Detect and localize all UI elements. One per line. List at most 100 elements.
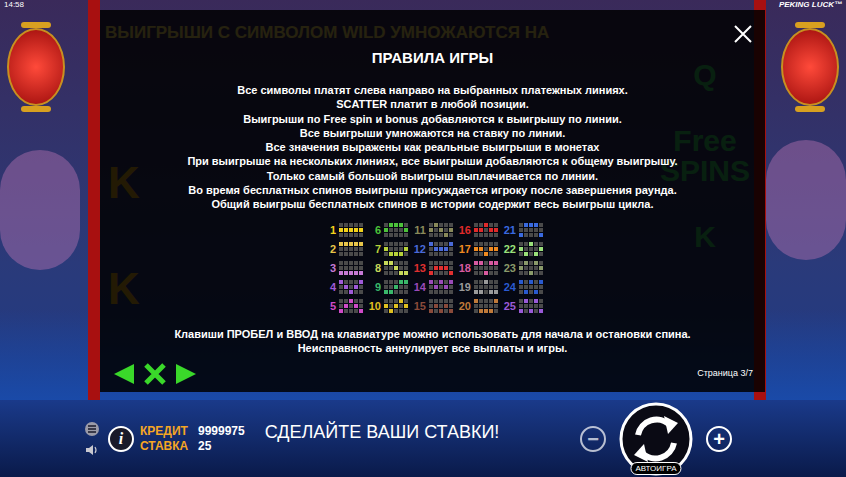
left-pillar	[88, 0, 100, 400]
bet-label: СТАВКА	[140, 439, 198, 454]
page-nav	[112, 362, 198, 386]
close-icon[interactable]	[733, 24, 753, 44]
payline-number: 17	[455, 241, 471, 257]
payline-pattern-icon	[339, 261, 363, 275]
payline-pattern-icon	[519, 242, 543, 256]
payline-pattern-icon	[339, 280, 363, 294]
rule-line: При выигрыше на нескольких линиях, все в…	[187, 154, 677, 168]
payline-pattern-icon	[384, 242, 408, 256]
payline: 23	[500, 260, 545, 276]
autoplay-button[interactable]: АВТОИГРА	[630, 462, 681, 475]
payline-number: 11	[410, 222, 426, 238]
rule-line: Выигрыши по Free spin и bonus добавляютс…	[243, 112, 622, 126]
bottom-bar: iКРЕДИТ9999975СТАВКА25 СДЕЛАЙТЕ ВАШИ СТАВ…	[0, 400, 846, 477]
credit-value: 9999975	[198, 424, 245, 439]
speaker-icon[interactable]	[85, 443, 99, 457]
payline-number: 19	[455, 279, 471, 295]
payline: 22	[500, 241, 545, 257]
payline: 11	[410, 222, 455, 238]
payline: 6	[365, 222, 410, 238]
payline-pattern-icon	[339, 223, 363, 237]
payline: 10	[365, 298, 410, 314]
game-title: PEKING LUCK™	[779, 0, 842, 10]
payline: 17	[455, 241, 500, 257]
payline-number: 5	[320, 298, 336, 314]
page-indicator: Страница 3/7	[697, 367, 753, 381]
payline-pattern-icon	[474, 223, 498, 237]
payline: 3	[320, 260, 365, 276]
payline-pattern-icon	[474, 299, 498, 313]
prev-arrow-icon[interactable]	[112, 362, 136, 386]
payline-pattern-icon	[519, 223, 543, 237]
notes: Клавиши ПРОБЕЛ и ВВОД на клавиатуре можн…	[174, 327, 690, 355]
balance: КРЕДИТ9999975СТАВКА25	[140, 424, 245, 454]
payline: 21	[500, 222, 545, 238]
rules-dialog: ПРАВИЛА ИГРЫВсе символы платят слева нап…	[100, 10, 765, 392]
next-arrow-icon[interactable]	[174, 362, 198, 386]
payline: 25	[500, 298, 545, 314]
rule-line: Во время бесплатных спинов выигрыш прису…	[188, 183, 676, 197]
payline-number: 25	[500, 298, 516, 314]
payline-number: 2	[320, 241, 336, 257]
game-screen: 14:58PEKING LUCK™ВЫИГРЫШИ С СИМВОЛОМ WIL…	[0, 0, 846, 477]
close-x-icon[interactable]	[142, 362, 168, 386]
bet-value: 25	[198, 439, 211, 454]
payline: 19	[455, 279, 500, 295]
rule-line: Общий выигрыш бесплатных спинов в истори…	[211, 197, 653, 211]
payline-pattern-icon	[384, 299, 408, 313]
lantern-icon	[780, 22, 840, 117]
payline: 24	[500, 279, 545, 295]
payline-pattern-icon	[519, 280, 543, 294]
payline: 16	[455, 222, 500, 238]
rule-line: Только самый большой выигрыш выплачивает…	[267, 169, 598, 183]
blossom-left	[0, 150, 80, 270]
menu-icon[interactable]	[84, 421, 100, 437]
payline-number: 15	[410, 298, 426, 314]
payline-number: 9	[365, 279, 381, 295]
payline-pattern-icon	[429, 242, 453, 256]
payline-pattern-icon	[474, 242, 498, 256]
payline-number: 13	[410, 260, 426, 276]
rules-text: Все символы платят слева направо на выбр…	[187, 83, 677, 212]
payline-number: 12	[410, 241, 426, 257]
payline-pattern-icon	[519, 261, 543, 275]
payline-number: 3	[320, 260, 336, 276]
payline-number: 7	[365, 241, 381, 257]
payline-number: 23	[500, 260, 516, 276]
payline-number: 20	[455, 298, 471, 314]
paylines-grid: 1234567891011121314151617181920212223242…	[320, 222, 545, 314]
payline: 5	[320, 298, 365, 314]
payline-number: 6	[365, 222, 381, 238]
payline-number: 8	[365, 260, 381, 276]
payline-pattern-icon	[384, 280, 408, 294]
payline-number: 10	[365, 298, 381, 314]
rule-line: SCATTER платит в любой позиции.	[336, 97, 529, 111]
blossom-right	[766, 140, 846, 260]
spin-button[interactable]: АВТОИГРА	[618, 401, 694, 477]
payline: 15	[410, 298, 455, 314]
plus-button[interactable]: +	[706, 426, 732, 452]
payline-pattern-icon	[429, 223, 453, 237]
status-message: СДЕЛАЙТЕ ВАШИ СТАВКИ!	[265, 419, 500, 446]
info-button[interactable]: i	[108, 426, 134, 452]
payline-pattern-icon	[474, 261, 498, 275]
payline-pattern-icon	[384, 223, 408, 237]
minus-button[interactable]: −	[580, 426, 606, 452]
payline-pattern-icon	[519, 299, 543, 313]
payline: 20	[455, 298, 500, 314]
payline-number: 14	[410, 279, 426, 295]
payline-pattern-icon	[339, 299, 363, 313]
payline: 13	[410, 260, 455, 276]
note-line: Неисправность аннулирует все выплаты и и…	[298, 341, 568, 355]
payline: 9	[365, 279, 410, 295]
payline: 7	[365, 241, 410, 257]
payline: 4	[320, 279, 365, 295]
lantern-icon	[6, 22, 66, 117]
payline-pattern-icon	[474, 280, 498, 294]
payline-number: 1	[320, 222, 336, 238]
note-line: Клавиши ПРОБЕЛ и ВВОД на клавиатуре можн…	[174, 327, 690, 341]
payline-number: 22	[500, 241, 516, 257]
payline: 8	[365, 260, 410, 276]
scene: 14:58PEKING LUCK™ВЫИГРЫШИ С СИМВОЛОМ WIL…	[0, 0, 846, 400]
payline-number: 18	[455, 260, 471, 276]
